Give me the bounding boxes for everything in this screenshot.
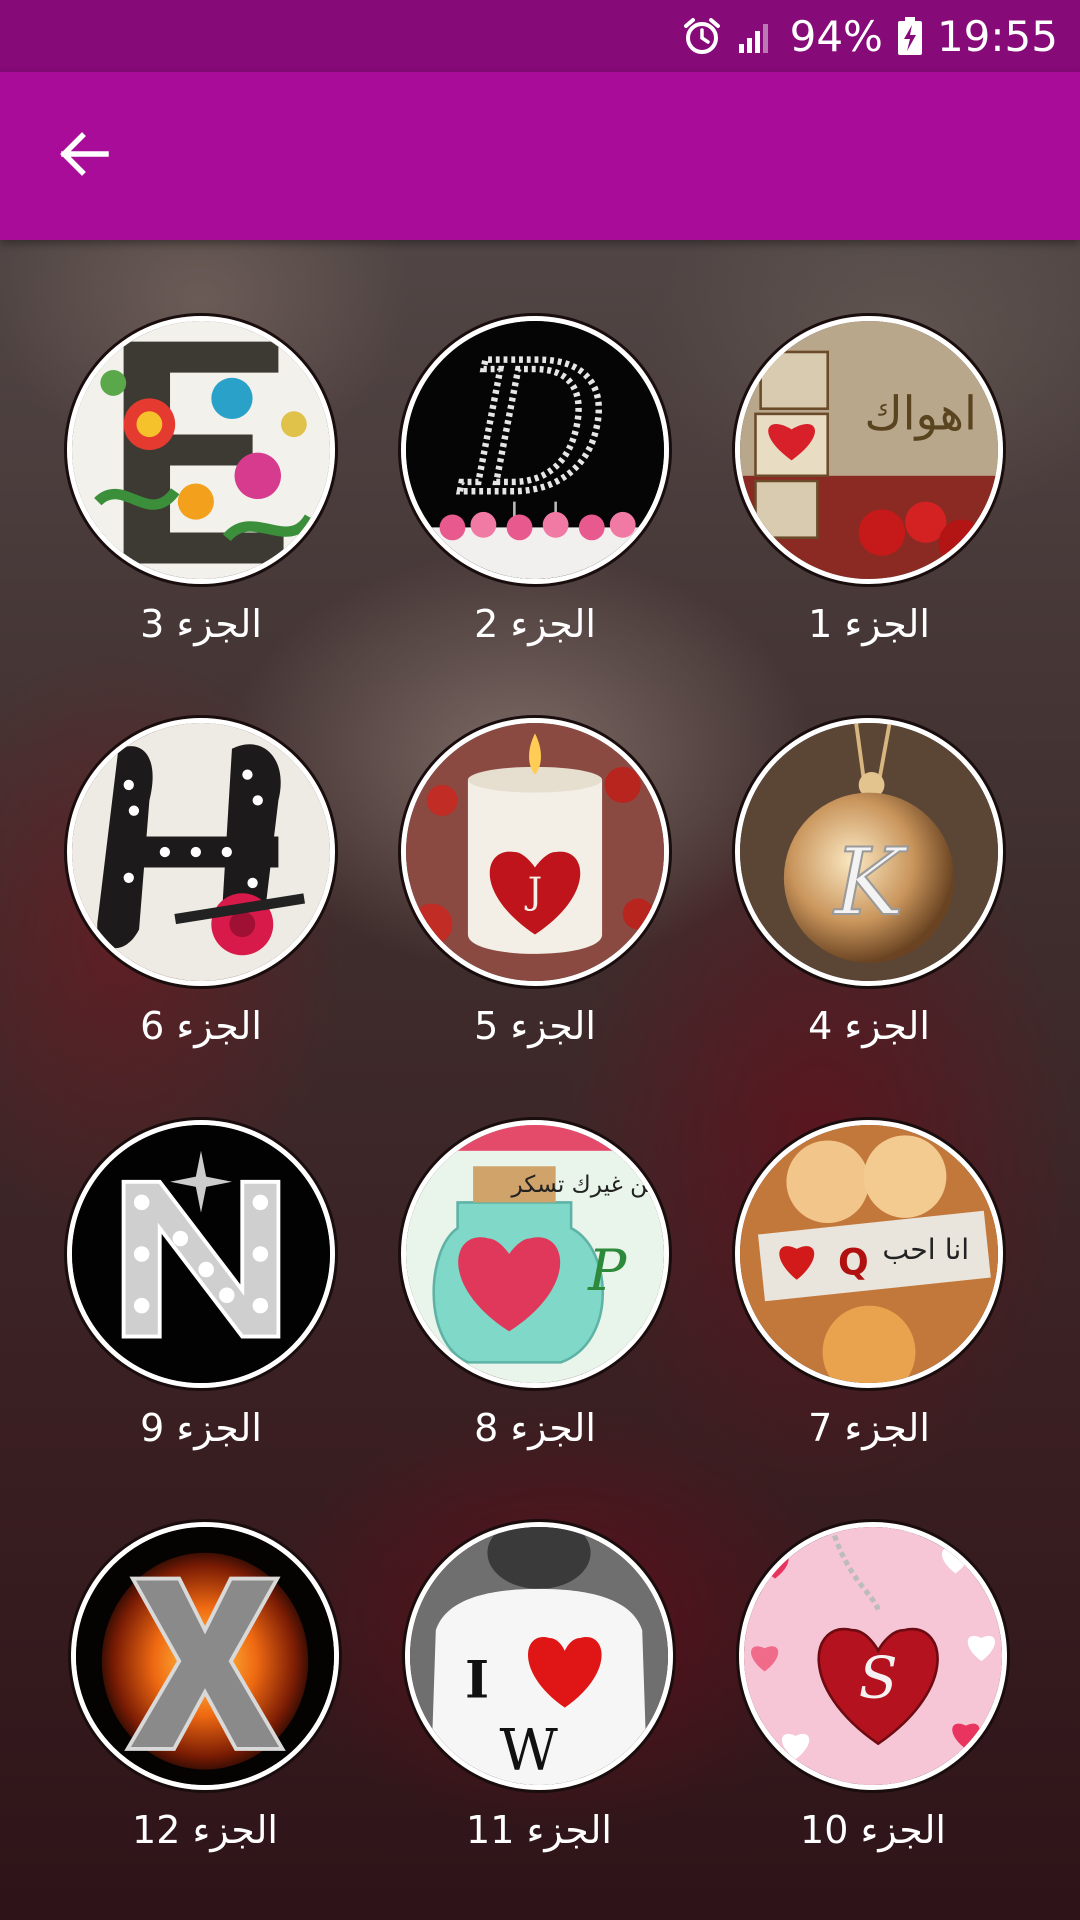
grid-item-11[interactable]: I W الجزء 11 — [399, 1446, 679, 1852]
thumbnail-image: K — [735, 718, 1003, 986]
part-label: الجزء 10 — [800, 1808, 946, 1852]
thumbnail-image: J — [401, 718, 669, 986]
thumbnail-image — [71, 1522, 339, 1790]
signal-icon — [736, 16, 776, 56]
part-label: الجزء 8 — [474, 1406, 596, 1450]
arrow-back-icon — [58, 128, 110, 184]
svg-text:اهواك: اهواك — [864, 386, 977, 441]
thumbnail-image — [67, 718, 335, 986]
parts-grid: اهواك الجزء 1 D الجزء 2 الجزء 3 K الجزء … — [0, 240, 1080, 1920]
svg-text:عن غيرك تسكر: عن غيرك تسكر — [510, 1171, 661, 1198]
battery-text: 94% — [789, 11, 883, 61]
grid-item-10[interactable]: S الجزء 10 — [733, 1446, 1013, 1852]
grid-item-8[interactable]: P عن غيرك تسكر الجزء 8 — [395, 1044, 675, 1450]
grid-item-6[interactable]: الجزء 6 — [61, 642, 341, 1048]
thumbnail-image: S — [739, 1522, 1007, 1790]
part-label: الجزء 12 — [132, 1808, 278, 1852]
grid-item-9[interactable]: الجزء 9 — [61, 1044, 341, 1450]
svg-text:K: K — [832, 828, 908, 936]
alarm-icon — [682, 16, 722, 56]
status-bar: 94% 19:55 — [0, 0, 1080, 72]
status-icons: 94% 19:55 — [682, 0, 1058, 72]
thumbnail-image: اهواك — [735, 316, 1003, 584]
grid-item-5[interactable]: J الجزء 5 — [395, 642, 675, 1048]
part-label: الجزء 11 — [466, 1808, 612, 1852]
svg-text:I: I — [465, 1650, 489, 1710]
part-label: الجزء 3 — [140, 602, 262, 646]
svg-text:W: W — [500, 1718, 559, 1784]
svg-text:S: S — [859, 1645, 898, 1711]
part-label: الجزء 1 — [808, 602, 930, 646]
part-label: الجزء 7 — [808, 1406, 930, 1450]
grid-item-7[interactable]: Q انا احب الجزء 7 — [729, 1044, 1009, 1450]
app-bar — [0, 72, 1080, 240]
svg-text:D: D — [460, 323, 608, 534]
grid-item-4[interactable]: K الجزء 4 — [729, 642, 1009, 1048]
grid-item-3[interactable]: الجزء 3 — [61, 240, 341, 646]
part-label: الجزء 5 — [474, 1004, 596, 1048]
svg-text:P: P — [587, 1238, 627, 1304]
back-button[interactable] — [44, 116, 124, 196]
grid-item-1[interactable]: اهواك الجزء 1 — [729, 240, 1009, 646]
battery-charging-icon — [897, 16, 923, 56]
grid-item-2[interactable]: D الجزء 2 — [395, 240, 675, 646]
grid-item-12[interactable]: الجزء 12 — [65, 1446, 345, 1852]
thumbnail-image: D — [401, 316, 669, 584]
thumbnail-image — [67, 316, 335, 584]
thumbnail-image — [67, 1120, 335, 1388]
thumbnail-image: P عن غيرك تسكر — [401, 1120, 669, 1388]
part-label: الجزء 2 — [474, 602, 596, 646]
thumbnail-image: I W — [405, 1522, 673, 1790]
svg-text:انا احب: انا احب — [882, 1233, 969, 1266]
part-label: الجزء 6 — [140, 1004, 262, 1048]
clock: 19:55 — [936, 11, 1058, 61]
svg-text:Q: Q — [838, 1241, 869, 1284]
part-label: الجزء 9 — [140, 1406, 262, 1450]
thumbnail-image: Q انا احب — [735, 1120, 1003, 1388]
part-label: الجزء 4 — [808, 1004, 930, 1048]
